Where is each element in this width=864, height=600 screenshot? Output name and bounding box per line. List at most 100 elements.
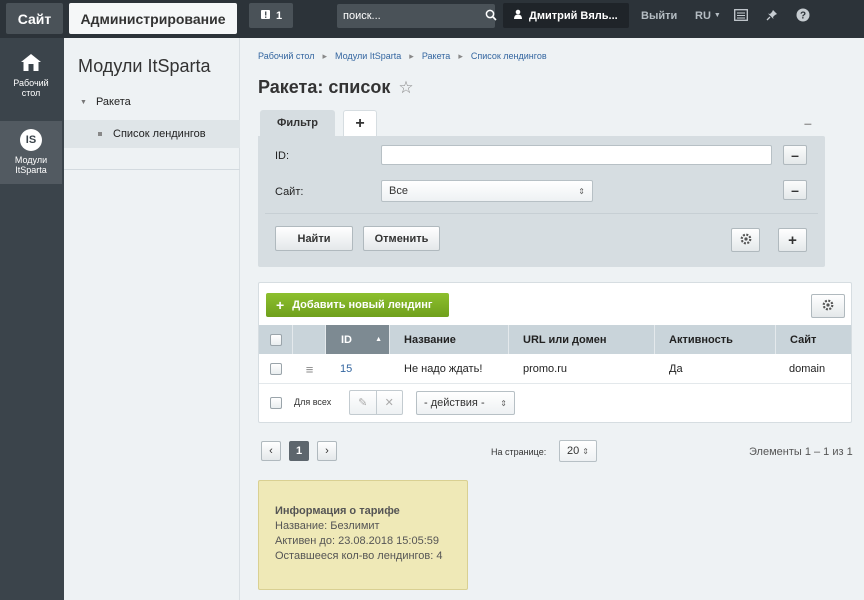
main-content: Рабочий стол ▸ Модули ItSparta ▸ Ракета … [241,38,864,600]
per-page-value: 20 [567,445,580,457]
row-checkbox[interactable] [270,363,282,375]
remove-site-field-button[interactable]: – [783,180,807,200]
elements-count: Элементы 1 – 1 из 1 [749,446,853,458]
sidebar-item-raketa[interactable]: ▼ Ракета [64,88,240,116]
id-label: ID: [275,150,290,162]
table-header: ID ▲ Название URL или домен Активность С… [259,325,851,354]
breadcrumb-item[interactable]: Модули ItSparta [335,51,401,62]
actions-select[interactable]: - действия - ⇕ [416,391,515,415]
breadcrumb-item[interactable]: Ракета [422,51,450,62]
landing-table-panel: + Добавить новый лендинг ID ▲ Название U… [258,282,852,423]
row-menu-header [293,325,326,354]
page-1-button[interactable]: 1 [289,441,309,461]
find-button[interactable]: Найти [275,226,353,251]
edit-icon[interactable]: ✎ [350,391,377,414]
filter-settings-button[interactable] [731,228,760,252]
breadcrumb-separator-icon: ▸ [409,51,414,61]
column-header-site[interactable]: Сайт [776,325,851,354]
table-row[interactable]: ≡ 15 Не надо ждать! promo.ru Да domain [259,354,851,384]
star-icon[interactable]: ☆ [398,78,413,98]
row-checkbox-cell[interactable] [259,354,293,384]
logout-link[interactable]: Выйти [641,3,677,28]
notification-icon [260,9,271,23]
filter-panel: ID: – Сайт: Все ⇕ – Найти Отменить + [258,136,825,267]
nav-desktop-label2: стол [21,88,41,98]
itsparta-icon: IS [20,129,42,151]
site-label: Сайт: [275,186,304,198]
group-actions-buttons: ✎ ✕ [349,390,403,415]
chevron-down-icon: ▼ [713,12,721,19]
row-name: Не надо ждать! [404,363,483,375]
tariff-info-panel: Информация о тарифе Название: Безлимит А… [258,480,468,590]
svg-text:?: ? [800,11,806,22]
page-title: Ракета: список ☆ [258,77,414,98]
add-filter-field-button[interactable]: + [778,228,807,252]
user-name: Дмитрий Вяль... [529,9,618,22]
table-settings-button[interactable] [811,294,845,318]
filter-collapse-button[interactable]: – [804,115,812,131]
site-select-value: Все [389,185,408,197]
nav-itsparta[interactable]: IS Модули ItSparta [0,121,62,184]
select-arrows-icon: ⇕ [582,446,589,456]
next-page-button[interactable]: › [317,441,337,461]
row-id-link[interactable]: 15 [340,354,352,384]
cancel-button[interactable]: Отменить [363,226,440,251]
actions-select-value: - действия - [424,397,485,409]
left-navigation: Рабочий стол IS Модули ItSparta [0,38,64,600]
for-all-checkbox[interactable] [270,397,282,409]
site-tab[interactable]: Сайт [6,3,63,34]
user-menu[interactable]: Дмитрий Вяль... [503,3,629,28]
select-all-checkbox[interactable] [269,333,282,346]
add-landing-button[interactable]: + Добавить новый лендинг [266,293,449,317]
column-header-url[interactable]: URL или домен [509,325,655,354]
sidebar-item-landing-list[interactable]: Список лендингов [64,120,240,148]
help-icon[interactable]: ? [794,6,812,24]
prev-page-button[interactable]: ‹ [261,441,281,461]
search-box[interactable] [337,4,497,28]
column-header-name[interactable]: Название [390,325,509,354]
notifications-button[interactable]: 1 [249,3,293,28]
search-input[interactable] [343,10,485,22]
select-arrows-icon: ⇕ [578,186,585,196]
column-header-id[interactable]: ID ▲ [326,325,390,354]
row-url: promo.ru [523,363,568,375]
row-site: domain [789,363,826,375]
site-select[interactable]: Все ⇕ [381,180,593,202]
panel-toggle-icon[interactable] [732,6,750,24]
per-page-select[interactable]: 20 ⇕ [559,440,597,462]
language-switcher[interactable]: RU ▼ [695,3,721,28]
notifications-count: 1 [275,9,283,22]
filter-tab[interactable]: Фильтр [260,110,335,136]
column-header-active[interactable]: Активность [655,325,776,354]
sort-asc-icon: ▲ [375,336,382,343]
sidebar-divider [64,169,240,170]
nav-desktop[interactable]: Рабочий стол [0,52,62,112]
search-icon[interactable] [485,9,497,24]
breadcrumb-item[interactable]: Рабочий стол [258,51,315,62]
filter-divider [265,213,818,214]
sidebar-item-label: Список лендингов [113,128,206,140]
id-input[interactable] [381,145,772,165]
sidebar-item-label: Ракета [95,96,131,108]
plus-icon: + [276,297,285,313]
row-menu-icon[interactable]: ≡ [293,354,326,384]
remove-id-field-button[interactable]: – [783,145,807,165]
for-all-label: Для всех [294,397,332,407]
tariff-title: Информация о тарифе [275,505,400,517]
sidebar-title: Модули ItSparta [78,56,211,76]
column-header-label: ID [341,333,352,346]
breadcrumb-separator-icon: ▸ [322,51,328,61]
gear-icon [740,233,752,248]
per-page-label: На странице: [491,447,547,457]
pin-icon[interactable] [763,6,781,24]
add-filter-tab[interactable]: + [343,110,377,136]
admin-tab[interactable]: Администрирование [69,3,237,34]
breadcrumb-item[interactable]: Список лендингов [471,51,547,62]
select-arrows-icon: ⇕ [500,398,507,408]
delete-icon[interactable]: ✕ [377,391,403,414]
select-all-header[interactable] [259,325,293,354]
expand-arrow-icon: ▼ [80,98,87,106]
row-active: Да [669,363,683,375]
sidebar: Модули ItSparta ▼ Ракета Список лендинго… [64,38,240,600]
tariff-name: Название: Безлимит [275,520,380,532]
